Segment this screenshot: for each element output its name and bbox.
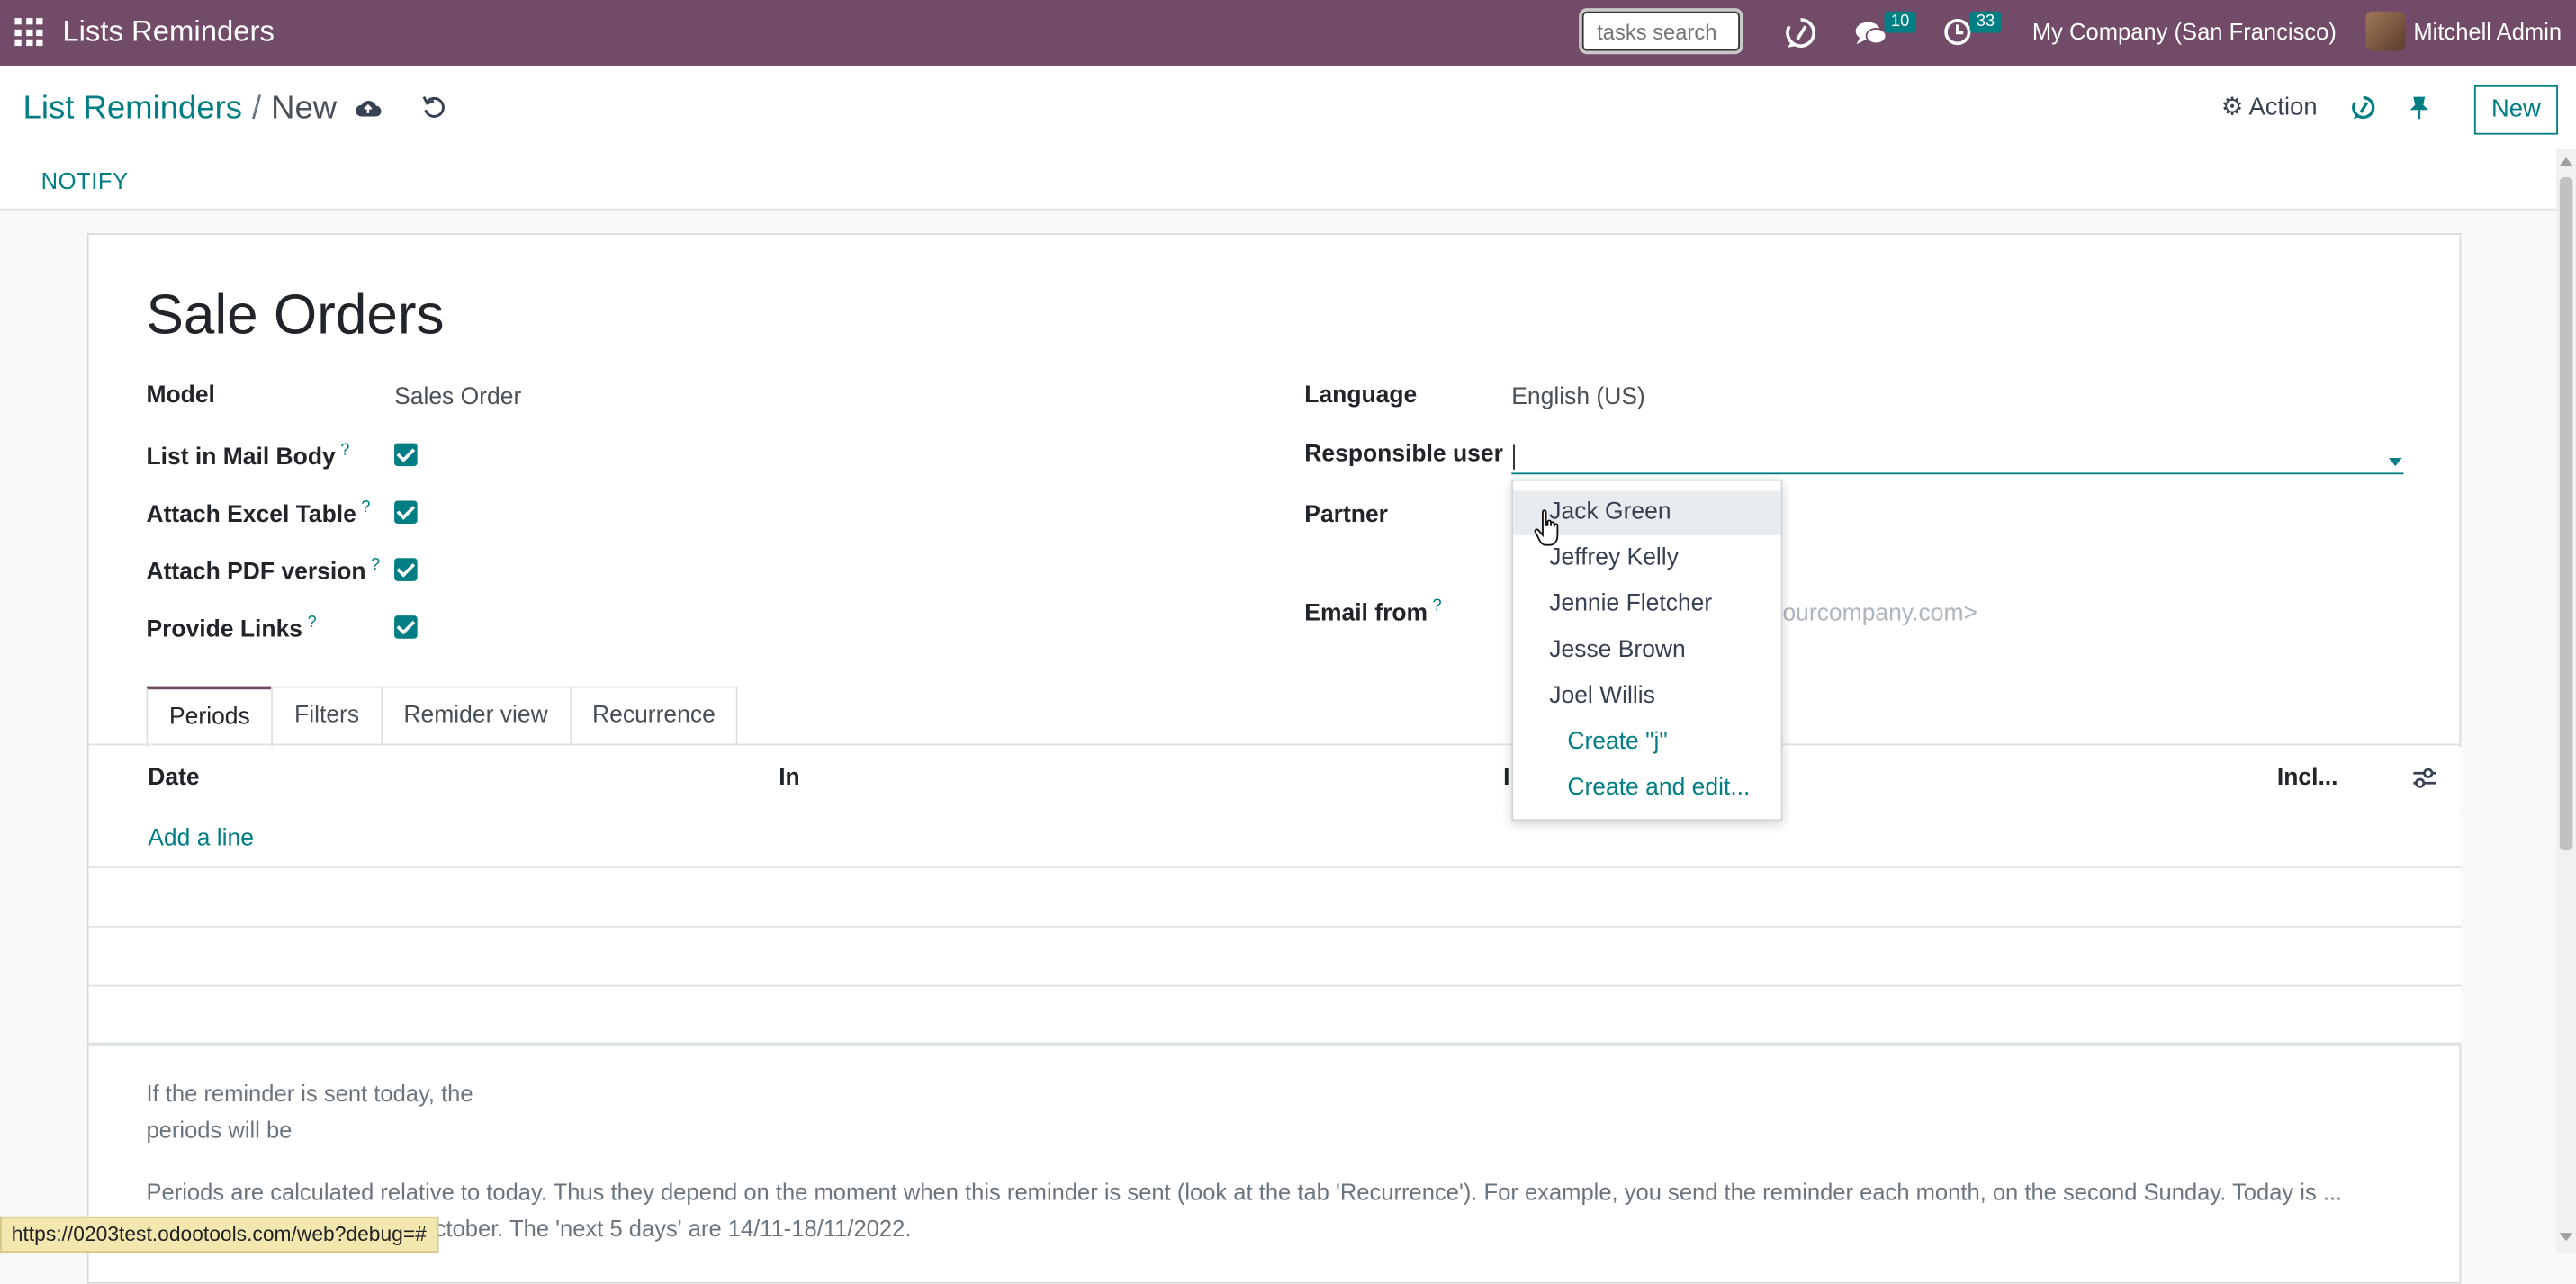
optional-columns-sliders-icon[interactable] bbox=[2412, 767, 2438, 790]
tasks-search-input[interactable] bbox=[1579, 8, 1743, 55]
column-i[interactable]: I bbox=[1503, 765, 1509, 791]
table-row bbox=[88, 868, 2462, 928]
scroll-up-arrow-icon[interactable] bbox=[2559, 157, 2573, 166]
tab-periods[interactable]: Periods bbox=[146, 686, 274, 748]
create-option[interactable]: Create "j" bbox=[1513, 721, 1781, 765]
create-and-edit-option[interactable]: Create and edit... bbox=[1513, 767, 1781, 811]
breadcrumb-parent-link[interactable]: List Reminders bbox=[23, 90, 242, 126]
apps-grid-icon[interactable] bbox=[14, 18, 43, 47]
attach-excel-table-checkbox[interactable] bbox=[394, 500, 418, 524]
provide-links-label-text: Provide Links bbox=[146, 616, 303, 643]
help-tooltip-icon[interactable]: ? bbox=[340, 442, 349, 460]
list-in-mail-body-label: List in Mail Body? bbox=[146, 442, 349, 471]
periods-table-header: Date In I Incl... bbox=[88, 747, 2462, 812]
discuss-refresh-icon[interactable] bbox=[1784, 16, 1817, 49]
periods-explanation-text: Periods are calculated relative to today… bbox=[146, 1178, 2343, 1241]
provide-links-checkbox[interactable] bbox=[394, 615, 418, 639]
responsible-user-label: Responsible user bbox=[1304, 441, 1503, 468]
email-from-input[interactable]: ourcompany.com> bbox=[1782, 601, 1977, 627]
scroll-down-arrow-icon[interactable] bbox=[2559, 1233, 2573, 1242]
help-tooltip-icon[interactable]: ? bbox=[371, 556, 380, 574]
table-row: Add a line bbox=[88, 809, 2462, 869]
form-statusbar: NOTIFY bbox=[0, 149, 2557, 211]
tab-recurrence[interactable]: Recurrence bbox=[569, 686, 739, 744]
gear-icon: ⚙ bbox=[2220, 93, 2244, 122]
dropdown-option[interactable]: Jesse Brown bbox=[1513, 629, 1781, 673]
action-label: Action bbox=[2248, 93, 2318, 122]
tabs-divider bbox=[86, 743, 2462, 746]
attach-excel-table-label-text: Attach Excel Table bbox=[146, 501, 356, 529]
column-in[interactable]: In bbox=[779, 765, 800, 791]
email-from-label: Email from? bbox=[1304, 597, 1441, 627]
notebook-tabs: Periods Filters Remider view Recurrence bbox=[146, 686, 739, 748]
email-from-label-text: Email from bbox=[1304, 600, 1428, 627]
control-panel: List Reminders / New ⚙ Action New bbox=[0, 65, 2576, 151]
partner-label: Partner bbox=[1304, 502, 1388, 529]
tab-reminder-view[interactable]: Remider view bbox=[380, 686, 572, 744]
language-label: Language bbox=[1304, 382, 1418, 409]
model-value: Sales Order bbox=[394, 383, 522, 411]
list-in-mail-body-label-text: List in Mail Body bbox=[146, 444, 336, 471]
messages-icon[interactable] bbox=[1855, 20, 1888, 48]
tab-filters[interactable]: Filters bbox=[271, 686, 383, 744]
hand-pointer-cursor-icon bbox=[1534, 509, 1559, 546]
dropdown-option[interactable]: Jennie Fletcher bbox=[1513, 583, 1781, 627]
activities-clock-icon[interactable] bbox=[1943, 18, 1971, 46]
model-label: Model bbox=[146, 382, 215, 409]
responsible-user-input[interactable] bbox=[1511, 440, 2404, 475]
save-cloud-icon[interactable] bbox=[355, 97, 382, 119]
add-a-line-link[interactable]: Add a line bbox=[148, 826, 254, 852]
breadcrumb-current: New bbox=[271, 90, 338, 127]
table-row bbox=[88, 986, 2462, 1046]
help-tooltip-icon[interactable]: ? bbox=[308, 614, 317, 632]
record-title-field[interactable]: Sale Orders bbox=[146, 284, 444, 348]
list-in-mail-body-checkbox[interactable] bbox=[394, 443, 418, 467]
column-date[interactable]: Date bbox=[148, 765, 199, 791]
top-navbar: Lists Reminders 10 33 My Company (San Fr… bbox=[0, 0, 2576, 66]
app-title[interactable]: Lists Reminders bbox=[62, 14, 275, 49]
table-row bbox=[88, 927, 2462, 987]
attach-pdf-version-label: Attach PDF version? bbox=[146, 556, 380, 586]
action-menu-button[interactable]: ⚙ Action bbox=[2221, 92, 2318, 121]
user-menu[interactable]: Mitchell Admin bbox=[2413, 18, 2562, 44]
new-record-button[interactable]: New bbox=[2473, 85, 2558, 135]
company-switcher[interactable]: My Company (San Francisco) bbox=[2032, 18, 2337, 44]
user-avatar[interactable] bbox=[2365, 11, 2406, 51]
scrollbar-thumb[interactable] bbox=[2559, 177, 2573, 851]
activities-count-badge: 33 bbox=[1969, 11, 2002, 33]
help-tooltip-icon[interactable]: ? bbox=[361, 499, 370, 517]
discuss-toggle-icon[interactable] bbox=[2351, 95, 2375, 120]
discard-undo-icon[interactable] bbox=[422, 95, 446, 120]
attach-pdf-version-checkbox[interactable] bbox=[394, 558, 418, 581]
responsible-user-typed-value: j bbox=[1513, 444, 1515, 470]
breadcrumb: List Reminders / New bbox=[23, 90, 338, 128]
column-include[interactable]: Incl... bbox=[2277, 765, 2338, 791]
pin-icon[interactable] bbox=[2409, 95, 2430, 120]
breadcrumb-separator: / bbox=[251, 90, 262, 127]
attach-excel-table-label: Attach Excel Table? bbox=[146, 499, 370, 529]
dropdown-option[interactable]: Joel Willis bbox=[1513, 675, 1781, 719]
attach-pdf-version-label-text: Attach PDF version bbox=[146, 559, 366, 586]
messages-count-badge: 10 bbox=[1884, 11, 1916, 33]
help-tooltip-icon[interactable]: ? bbox=[1433, 597, 1442, 615]
responsible-user-dropdown-arrow-icon[interactable] bbox=[2388, 458, 2402, 467]
provide-links-label: Provide Links? bbox=[146, 614, 316, 643]
language-value[interactable]: English (US) bbox=[1511, 384, 1645, 410]
status-url-bar: https://0203test.odootools.com/web?debug… bbox=[0, 1216, 438, 1253]
notify-button[interactable]: NOTIFY bbox=[41, 167, 129, 193]
periods-intro-text: If the reminder is sent today, the perio… bbox=[146, 1080, 473, 1142]
table-bottom-divider bbox=[86, 1042, 2462, 1045]
